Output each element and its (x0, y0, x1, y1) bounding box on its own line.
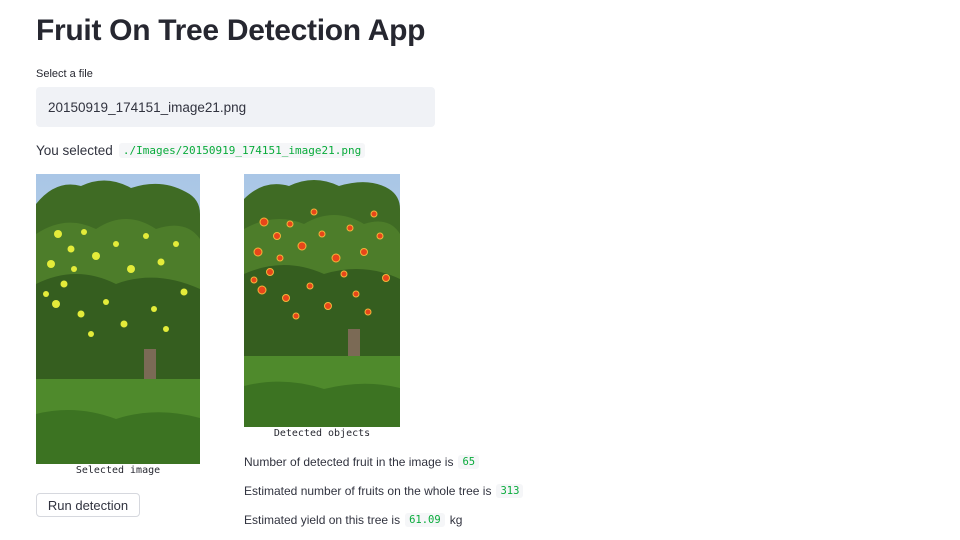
result-detected-value: 65 (458, 455, 480, 469)
selection-prefix: You selected (36, 143, 113, 158)
result-yield-unit: kg (449, 513, 463, 527)
file-select-value: 20150919_174151_image21.png (48, 99, 247, 115)
result-detected: Number of detected fruit in the image is… (244, 455, 480, 469)
detected-image-graphic (244, 174, 400, 427)
result-yield-label: Estimated yield on this tree is (244, 513, 401, 527)
selected-image-caption: Selected image (75, 465, 161, 476)
result-tree-label: Estimated number of fruits on the whole … (244, 484, 492, 498)
result-yield: Estimated yield on this tree is 61.09 kg (244, 513, 462, 527)
file-select-dropdown[interactable]: 20150919_174151_image21.png (36, 87, 435, 127)
result-detected-label: Number of detected fruit in the image is (244, 455, 454, 469)
run-detection-button[interactable]: Run detection (36, 493, 140, 517)
detected-image-caption: Detected objects (273, 428, 371, 439)
selected-image (36, 174, 200, 464)
result-tree-value: 313 (496, 484, 524, 498)
result-yield-value: 61.09 (405, 513, 445, 527)
page-title: Fruit On Tree Detection App (36, 14, 426, 47)
detected-image (244, 174, 400, 427)
selection-line: You selected ./Images/20150919_174151_im… (36, 143, 366, 158)
result-tree: Estimated number of fruits on the whole … (244, 484, 524, 498)
file-select-label: Select a file (36, 68, 93, 80)
selected-image-graphic (36, 174, 200, 464)
selection-path: ./Images/20150919_174151_image21.png (118, 143, 366, 158)
